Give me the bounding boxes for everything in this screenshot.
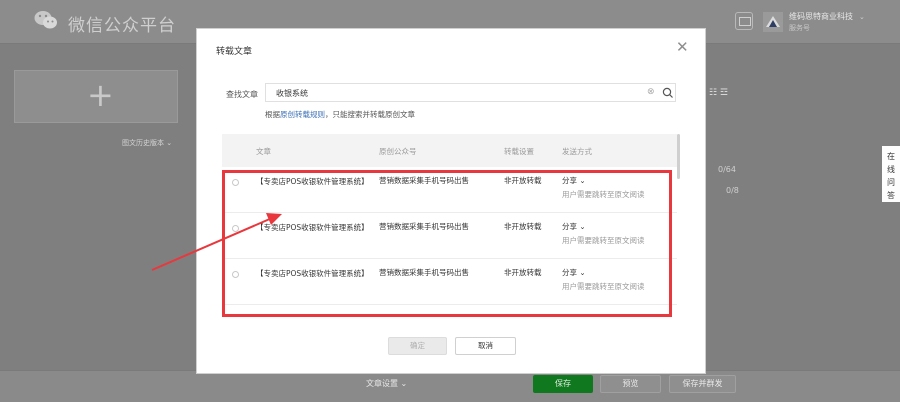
chevron-down-icon[interactable]: ⌄: [859, 13, 865, 21]
side-tab-char: 问: [887, 178, 895, 187]
save-and-send-button[interactable]: 保存并群发: [669, 375, 736, 393]
search-label: 查找文章: [226, 90, 258, 99]
brand-title: 微信公众平台: [68, 16, 176, 36]
confirm-button[interactable]: 确定: [388, 337, 447, 355]
search-input-value[interactable]: 收银系统: [276, 88, 308, 99]
column-header-reprint: 转载设置: [504, 147, 534, 156]
online-qa-tab[interactable]: 在 线 问 答: [882, 146, 900, 202]
reprint-article-dialog: 转载文章 ✕ 查找文章 收银系统 ⊗ 根据原创转载规则，只能搜索并转载原创文章 …: [196, 28, 706, 374]
reprint-rules-link[interactable]: 原创转载规则: [280, 110, 325, 119]
column-header-send: 发送方式: [562, 147, 592, 156]
column-header-source: 原创公众号: [379, 147, 417, 156]
account-type: 服务号: [789, 24, 810, 32]
cancel-button[interactable]: 取消: [455, 337, 516, 355]
account-avatar[interactable]: [763, 12, 783, 32]
table-scrollbar[interactable]: [677, 134, 680, 179]
search-icon[interactable]: [661, 86, 675, 100]
bottom-bar: [0, 370, 900, 402]
annotation-highlight-box: [222, 170, 672, 317]
clear-icon[interactable]: ⊗: [647, 87, 655, 97]
preview-button[interactable]: 预览: [600, 375, 661, 393]
article-settings-button[interactable]: 文章设置 ⌄: [366, 378, 407, 389]
add-article-button[interactable]: +: [14, 70, 178, 123]
save-button[interactable]: 保存: [533, 375, 593, 393]
hint-suffix: ，只能搜索并转载原创文章: [325, 110, 415, 119]
close-icon[interactable]: ✕: [676, 40, 689, 55]
search-input[interactable]: 收银系统 ⊗: [265, 83, 676, 102]
side-tab-char: 线: [887, 165, 895, 174]
wechat-logo-icon: [34, 11, 57, 29]
column-header-article: 文章: [256, 147, 271, 156]
mail-icon[interactable]: [735, 12, 753, 30]
account-name[interactable]: 维码思特商业科技: [789, 11, 853, 22]
plus-icon: +: [87, 76, 114, 114]
table-header: 文章 原创公众号 转载设置 发送方式: [222, 134, 677, 167]
side-tab-char: 答: [887, 191, 895, 200]
title-char-count: 0/64: [718, 165, 736, 174]
toolbar-icons[interactable]: ☷ ☲: [709, 88, 728, 98]
search-hint: 根据原创转载规则，只能搜索并转载原创文章: [265, 109, 415, 120]
author-char-count: 0/8: [726, 186, 739, 195]
hint-prefix: 根据: [265, 110, 280, 119]
history-versions-link[interactable]: 图文历史版本 ⌄: [122, 138, 172, 148]
side-tab-char: 在: [887, 152, 895, 161]
dialog-title: 转载文章: [216, 47, 253, 57]
